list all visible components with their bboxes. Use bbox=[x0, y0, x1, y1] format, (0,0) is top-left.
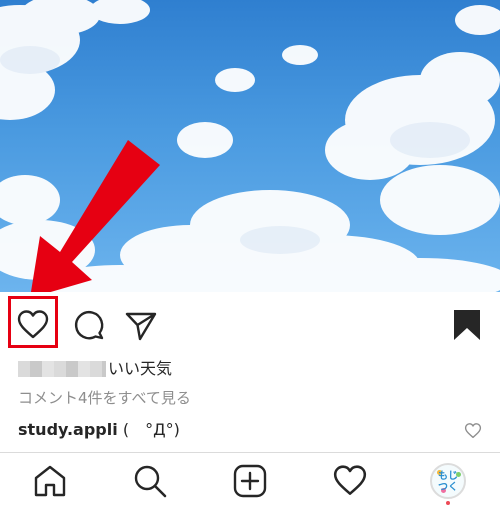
view-all-comments-link[interactable]: コメント4件をすべて見る bbox=[18, 387, 191, 409]
bottom-tab-bar: もじ つく bbox=[0, 452, 500, 511]
activity-heart-icon bbox=[333, 465, 367, 495]
tab-activity[interactable] bbox=[332, 463, 368, 499]
comment-button[interactable] bbox=[72, 308, 106, 342]
caption-username[interactable]: study.appli bbox=[18, 420, 118, 439]
caption-row: study.appli ( °Д°) bbox=[18, 418, 180, 442]
add-post-icon bbox=[233, 464, 267, 498]
small-heart-icon bbox=[464, 423, 482, 439]
likes-text: いい天気 bbox=[108, 359, 173, 378]
like-highlight-box bbox=[8, 296, 58, 348]
home-icon bbox=[34, 465, 66, 497]
blurred-username bbox=[18, 361, 106, 377]
tab-home[interactable] bbox=[32, 463, 68, 499]
search-icon bbox=[134, 465, 167, 498]
comment-icon bbox=[74, 310, 104, 340]
tab-add-post[interactable] bbox=[232, 463, 268, 499]
post-image[interactable] bbox=[0, 0, 500, 292]
avatar-logo-text: もじ つく bbox=[432, 471, 464, 493]
bookmark-button[interactable] bbox=[450, 308, 484, 342]
share-button[interactable] bbox=[124, 308, 158, 342]
tab-profile-avatar[interactable]: もじ つく bbox=[430, 463, 466, 499]
share-icon bbox=[125, 312, 157, 341]
caption-text: ( °Д°) bbox=[117, 420, 180, 439]
likes-row: いい天気 bbox=[18, 358, 172, 380]
post-actions-bar bbox=[0, 292, 500, 354]
comment-like-button[interactable] bbox=[464, 422, 482, 444]
notification-dot bbox=[446, 501, 450, 505]
bookmark-icon bbox=[454, 310, 480, 340]
avatar-line-2: つく bbox=[438, 482, 458, 493]
tab-search[interactable] bbox=[132, 463, 168, 499]
annotation-arrow bbox=[30, 140, 160, 292]
avatar-line-1: もじ bbox=[438, 471, 458, 482]
